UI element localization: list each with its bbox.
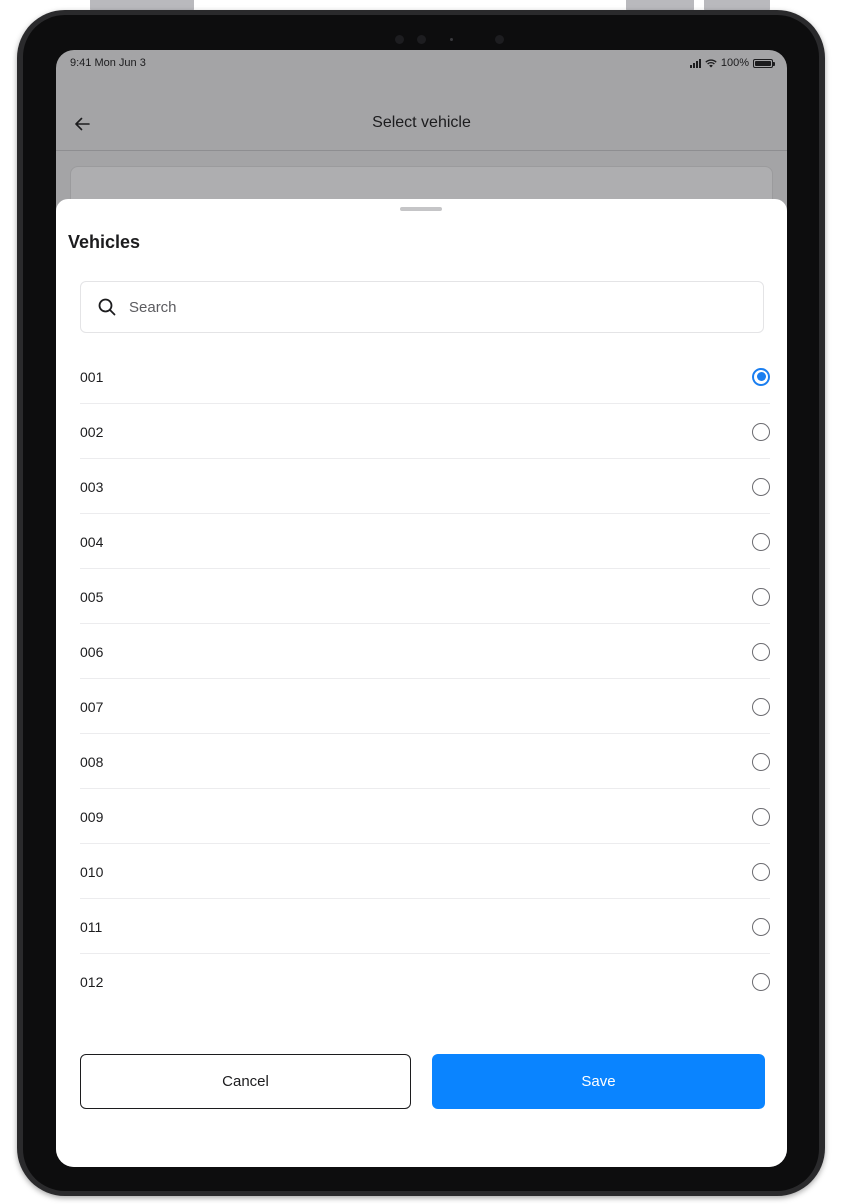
screen: 9:41 Mon Jun 3 100% Select vehicle Vehic…: [56, 50, 787, 1167]
vehicle-row[interactable]: 009: [80, 789, 770, 844]
search-input[interactable]: [129, 298, 689, 316]
vehicle-row[interactable]: 012: [80, 954, 770, 1009]
page-title: Select vehicle: [372, 114, 471, 131]
sheet-grabber[interactable]: [400, 207, 442, 211]
sensor-dot: [395, 35, 404, 44]
vehicle-label: 010: [80, 863, 104, 880]
vehicle-label: 006: [80, 643, 104, 660]
radio-unselected[interactable]: [752, 477, 770, 496]
vehicle-row[interactable]: 003: [80, 459, 770, 514]
vehicle-label: 001: [80, 368, 104, 385]
front-camera: [395, 29, 515, 49]
radio-unselected[interactable]: [752, 422, 770, 441]
radio-unselected[interactable]: [752, 532, 770, 551]
search-icon: [97, 297, 117, 317]
vehicle-label: 005: [80, 588, 104, 605]
radio-unselected[interactable]: [752, 587, 770, 606]
vehicle-label: 002: [80, 423, 104, 440]
battery-icon: [753, 58, 775, 68]
bottom-sheet: Vehicles 0010020030040050060070080090100…: [56, 199, 787, 1167]
navigation-bar: Select vehicle: [56, 98, 787, 150]
nav-divider: [56, 150, 787, 151]
vehicle-list: 001 002 003 004 005 006 007 008 009 010 011 012: [80, 349, 770, 1009]
sheet-title: Vehicles: [68, 232, 141, 252]
radio-unselected[interactable]: [752, 697, 770, 716]
vehicle-row[interactable]: 002: [80, 404, 770, 459]
radio-unselected[interactable]: [752, 917, 770, 936]
radio-unselected[interactable]: [752, 862, 770, 881]
radio-selected[interactable]: [752, 367, 770, 386]
camera-lens: [495, 35, 504, 44]
search-box[interactable]: [80, 281, 764, 333]
vehicle-label: 008: [80, 753, 104, 770]
sensor-dot: [450, 38, 453, 41]
vehicle-label: 011: [80, 918, 103, 935]
wifi-icon: [705, 58, 717, 67]
vehicle-label: 004: [80, 533, 104, 550]
radio-unselected[interactable]: [752, 752, 770, 771]
cellular-signal-icon: [689, 58, 701, 68]
radio-unselected[interactable]: [752, 642, 770, 661]
vehicle-label: 012: [80, 973, 104, 990]
sensor-dot: [417, 35, 426, 44]
vehicle-row[interactable]: 005: [80, 569, 770, 624]
save-button[interactable]: Save: [432, 1054, 765, 1109]
status-indicators: 100%: [689, 57, 775, 69]
status-bar: 9:41 Mon Jun 3 100%: [56, 50, 787, 76]
radio-unselected[interactable]: [752, 972, 770, 991]
vehicle-row[interactable]: 007: [80, 679, 770, 734]
radio-unselected[interactable]: [752, 807, 770, 826]
vehicle-row[interactable]: 004: [80, 514, 770, 569]
cancel-button[interactable]: Cancel: [80, 1054, 411, 1109]
vehicle-row[interactable]: 006: [80, 624, 770, 679]
vehicle-row[interactable]: 010: [80, 844, 770, 899]
status-time-date: 9:41 Mon Jun 3: [70, 57, 146, 69]
battery-percent: 100%: [720, 57, 749, 69]
vehicle-label: 009: [80, 808, 104, 825]
vehicle-label: 007: [80, 698, 104, 715]
vehicle-label: 003: [80, 478, 104, 495]
vehicle-row[interactable]: 011: [80, 899, 770, 954]
vehicle-row[interactable]: 008: [80, 734, 770, 789]
vehicle-row[interactable]: 001: [80, 349, 770, 404]
